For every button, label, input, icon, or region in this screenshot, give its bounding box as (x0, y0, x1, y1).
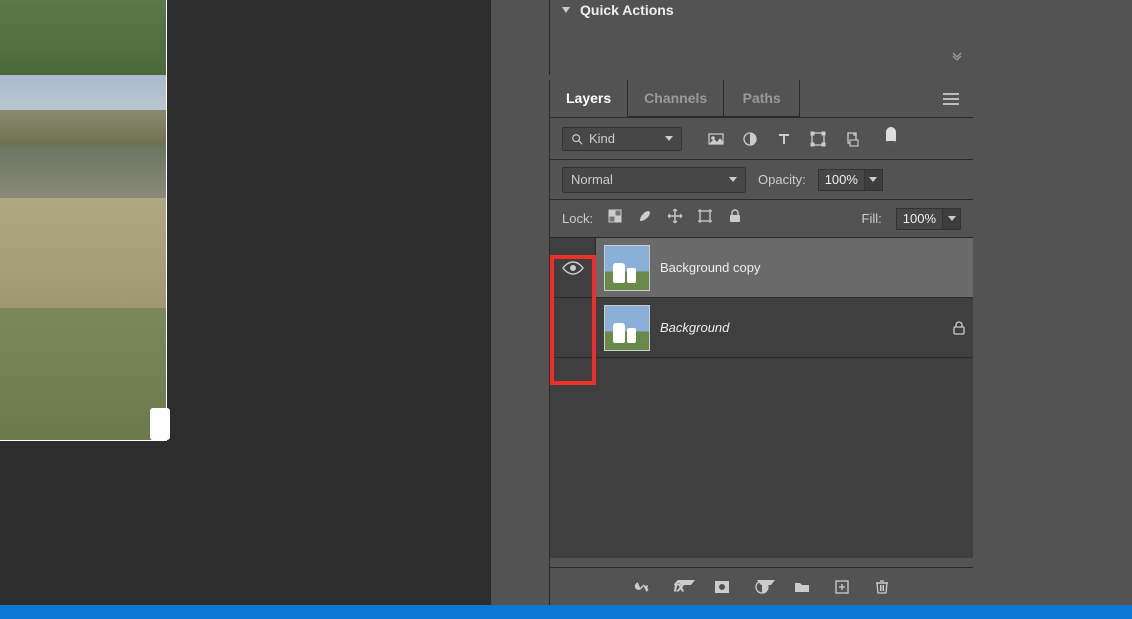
fill-label: Fill: (862, 211, 882, 226)
opacity-value: 100% (825, 172, 858, 187)
filter-adjustment-icon[interactable] (742, 131, 758, 147)
chevron-down-icon (562, 7, 570, 13)
layer-thumbnail[interactable] (604, 305, 650, 351)
blend-mode-value: Normal (571, 172, 613, 187)
adjustment-layer-icon[interactable] (753, 578, 771, 596)
fill-value: 100% (903, 211, 936, 226)
new-layer-icon[interactable] (833, 578, 851, 596)
layer-kind-dropdown[interactable]: Kind (562, 127, 682, 151)
tab-channels[interactable]: Channels (628, 80, 724, 117)
layer-visibility-toggle[interactable] (550, 238, 596, 297)
filter-smartobject-icon[interactable] (844, 131, 860, 147)
layer-row[interactable]: Background (550, 298, 973, 358)
delete-layer-icon[interactable] (873, 578, 891, 596)
layers-empty-area[interactable] (550, 358, 973, 558)
eye-icon (562, 261, 584, 275)
layer-row[interactable]: Background copy (550, 238, 973, 298)
opacity-label: Opacity: (758, 172, 806, 187)
opacity-dropdown-arrow[interactable] (865, 169, 883, 191)
chevron-down-icon (869, 177, 877, 182)
lock-label: Lock: (562, 211, 593, 226)
lock-image-icon[interactable] (637, 208, 653, 229)
fill-dropdown-arrow[interactable] (943, 208, 961, 230)
filter-toggle-switch[interactable] (886, 127, 896, 145)
layers-list: Background copy Background (550, 238, 973, 558)
quick-actions-panel: Quick Actions (549, 0, 973, 75)
kind-label: Kind (589, 131, 615, 146)
panel-menu-icon[interactable] (929, 80, 973, 117)
layer-style-icon[interactable]: fx (673, 578, 691, 596)
filter-shape-icon[interactable] (810, 131, 826, 147)
tab-layers[interactable]: Layers (550, 80, 628, 117)
layers-footer: fx (550, 567, 973, 605)
layers-panel: Layers Channels Paths Kind (549, 80, 973, 605)
lock-transparency-icon[interactable] (607, 208, 623, 229)
fill-input[interactable]: 100% (896, 208, 943, 230)
taskbar-strip[interactable] (0, 605, 1132, 619)
blend-mode-dropdown[interactable]: Normal (562, 167, 746, 193)
quick-actions-title: Quick Actions (580, 2, 674, 18)
tab-paths[interactable]: Paths (724, 80, 800, 117)
layer-thumbnail[interactable] (604, 245, 650, 291)
layer-locked-icon (945, 321, 973, 335)
blend-mode-row: Normal Opacity: 100% (550, 160, 973, 200)
canvas-image[interactable] (0, 0, 167, 441)
layer-filter-icons (708, 131, 860, 147)
lock-position-icon[interactable] (667, 208, 683, 229)
right-panels-column: Quick Actions Layers Channels Paths Kind (490, 0, 1132, 605)
opacity-input[interactable]: 100% (818, 169, 865, 191)
quick-actions-header[interactable]: Quick Actions (550, 0, 973, 20)
filter-type-icon[interactable] (776, 131, 792, 147)
group-layers-icon[interactable] (793, 578, 811, 596)
search-icon (571, 133, 583, 145)
lock-all-icon[interactable] (727, 208, 743, 229)
layer-filter-row: Kind (550, 118, 973, 160)
chevron-down-icon (948, 216, 956, 221)
canvas-area[interactable] (0, 0, 490, 605)
layer-name[interactable]: Background copy (660, 260, 973, 275)
layer-mask-icon[interactable] (713, 578, 731, 596)
chevron-down-icon (677, 580, 695, 598)
canvas-resize-handle[interactable] (150, 408, 170, 440)
chevron-down-icon (665, 136, 673, 141)
quick-actions-expand-icon[interactable] (951, 52, 963, 67)
lock-artboard-icon[interactable] (697, 208, 713, 229)
layer-visibility-toggle[interactable] (550, 298, 596, 357)
link-layers-icon[interactable] (633, 578, 651, 596)
filter-pixel-icon[interactable] (708, 131, 724, 147)
chevron-down-icon (729, 177, 737, 182)
lock-row: Lock: Fill: 100% (550, 200, 973, 238)
panel-tabs: Layers Channels Paths (550, 80, 973, 118)
chevron-down-icon (757, 580, 775, 598)
layer-name[interactable]: Background (660, 320, 945, 335)
